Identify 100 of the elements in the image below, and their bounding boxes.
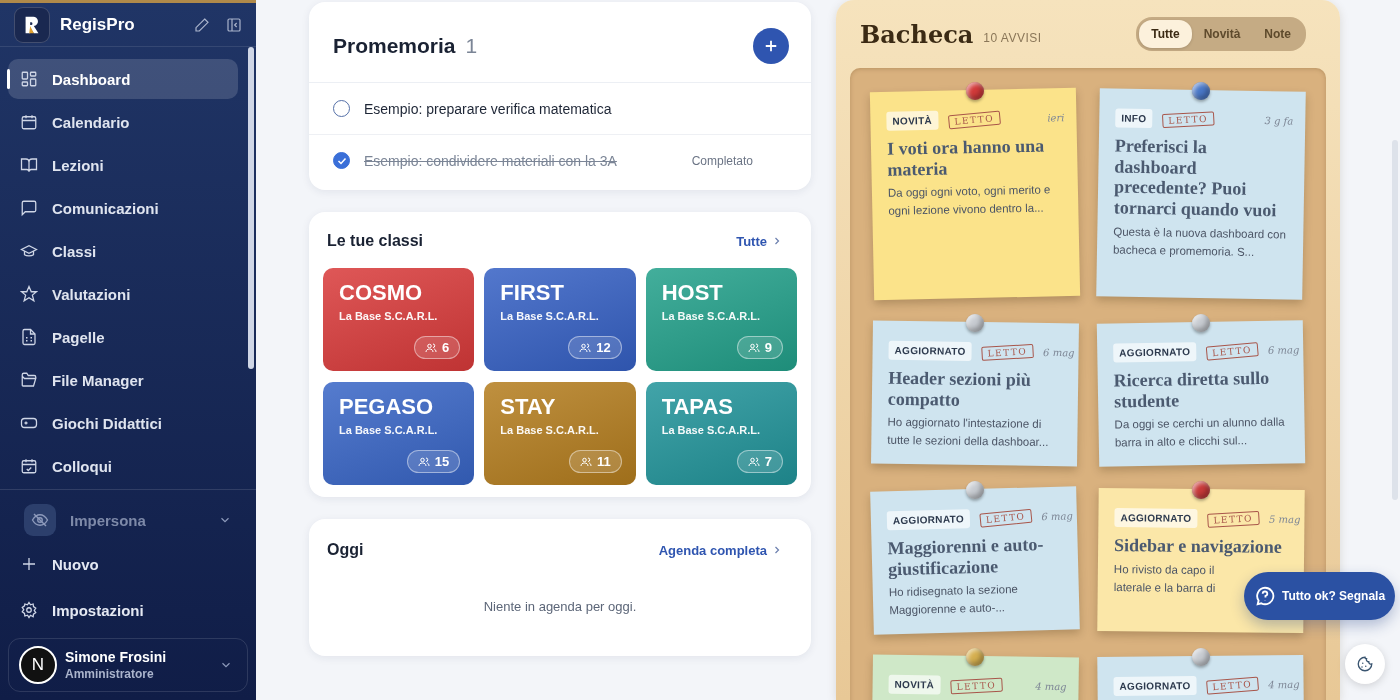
filter-tab[interactable]: Novità: [1191, 20, 1253, 48]
note-date: 6 mag: [1041, 510, 1073, 523]
note-date: 3 g fa: [1264, 115, 1294, 127]
note-date: 6 mag: [1267, 344, 1300, 356]
note-text: Ho aggiornato l'intestazione di tutte le sezioni della dashboar...: [887, 415, 1050, 451]
note-tag: AGGIORNATO: [888, 340, 972, 361]
nav-item[interactable]: File Manager: [8, 360, 238, 400]
add-button[interactable]: [753, 28, 789, 64]
reminder-text: Esempio: preparare verifica matematica: [364, 100, 613, 117]
brand-name: RegisPro: [60, 14, 136, 35]
nav-item[interactable]: Giochi Didattici: [8, 403, 238, 443]
nav-icon: [20, 199, 38, 217]
section-title: Le tue classi: [327, 232, 424, 250]
section-title: Oggi: [327, 541, 364, 559]
sticky-note[interactable]: AGGIORNATO LETTO 6 mag Header sezioni più compatto Ho aggiornato l'intestazione di tutte le sezioni della dashboar...: [871, 320, 1079, 467]
reminders-title: Promemoria 1: [333, 34, 478, 58]
nav-item[interactable]: Colloqui: [8, 446, 238, 486]
student-count: 9: [736, 336, 783, 359]
note-date: 5 mag: [1268, 513, 1301, 526]
note-date: 6 mag: [1043, 346, 1075, 359]
status-label: Completato: [691, 153, 753, 168]
note-tag: AGGIORNATO: [1114, 508, 1198, 528]
nav-item[interactable]: Dashboard: [8, 59, 238, 99]
nav-icon: [20, 156, 38, 174]
new-button[interactable]: Nuovo: [8, 544, 248, 584]
class-tile[interactable]: PEGASO La Base S.C.A.R.L. 15: [323, 382, 475, 485]
nav-item[interactable]: Lezioni: [8, 145, 238, 185]
people-icon: [579, 341, 592, 354]
nav-item[interactable]: Pagelle: [8, 317, 238, 357]
feedback-button[interactable]: Tutto ok? Segnala: [1244, 572, 1396, 620]
eye-off-icon: [24, 504, 56, 536]
sticky-note[interactable]: NOVITÀ LETTO ieri I voti ora hanno una materia Da oggi ogni voto, ogni merito e ogni lezione vivono dentro la...: [869, 87, 1081, 301]
sticky-note[interactable]: AGGIORNATO LETTO 4 mag: [1097, 654, 1305, 700]
nav-icon: [20, 70, 38, 88]
note-title: Maggiorenni e auto-giustificazione: [887, 533, 1045, 580]
student-count: 11: [568, 450, 622, 473]
note-date: 4 mag: [1268, 678, 1300, 691]
user-menu[interactable]: N Simone Frosini Amministratore: [8, 638, 248, 692]
note-title: Ricerca diretta sullo studente: [1113, 367, 1271, 412]
pencil-icon[interactable]: [194, 16, 210, 33]
note-title: Preferisci la dashboard precedente? Puoi tornarci quando vuoi: [1113, 135, 1278, 222]
sticky-note[interactable]: INFO LETTO 3 g fa Preferisci la dashboard precedente? Puoi tornarci quando vuoi Questa è la nuova dashboard con bacheca e promemoria. S...: [1096, 88, 1306, 300]
cookie-icon: [1356, 655, 1374, 673]
scrollbar[interactable]: [248, 47, 254, 369]
settings-link[interactable]: Impostazioni: [8, 590, 248, 630]
note-text: Ho ridisegnato la sezione Maggiorenne e auto-...: [888, 582, 1020, 619]
people-icon: [747, 341, 760, 354]
note-tag: INFO: [1115, 108, 1153, 129]
student-count: 7: [736, 450, 783, 473]
note-date: 4 mag: [1035, 680, 1067, 693]
sticky-note[interactable]: AGGIORNATO LETTO 6 mag Maggiorenni e auto-giustificazione Ho ridisegnato la sezione Maggiorenne e auto-...: [870, 486, 1080, 635]
nav-icon: [20, 113, 38, 131]
collapse-sidebar-icon[interactable]: [226, 16, 242, 33]
people-icon: [425, 341, 438, 354]
logo-icon: [14, 6, 50, 43]
sticky-note[interactable]: NOVITÀ LETTO 4 mag: [871, 654, 1079, 700]
note-text: Questa è la nuova dashboard con bacheca e promemoria. S...: [1112, 224, 1288, 260]
student-count: 15: [406, 450, 461, 473]
class-tile[interactable]: COSMO La Base S.C.A.R.L. 6: [323, 268, 475, 371]
empty-message: Niente in agenda per oggi.: [482, 599, 638, 614]
note-text: Da oggi ogni voto, ogni merito e ogni lezione vivono dentro la...: [887, 182, 1052, 219]
nav-icon: [20, 371, 38, 389]
note-title: I voti ora hanno una materia: [886, 135, 1046, 181]
people-icon: [579, 455, 592, 468]
nav-item[interactable]: Classi: [8, 231, 238, 271]
filter-tab[interactable]: Note: [1252, 20, 1303, 48]
nav-icon: [20, 328, 38, 346]
people-icon: [417, 455, 430, 468]
note-tag: NOVITÀ: [888, 674, 941, 695]
student-count: 6: [414, 336, 461, 359]
note-tag: AGGIORNATO: [886, 509, 971, 531]
class-tile[interactable]: FIRST La Base S.C.A.R.L. 12: [484, 268, 636, 371]
cookie-button[interactable]: [1345, 644, 1385, 684]
nav-item[interactable]: Comunicazioni: [8, 188, 238, 228]
settings-icon: [20, 601, 38, 619]
note-tag: AGGIORNATO: [1113, 676, 1197, 696]
student-count: 12: [568, 336, 622, 359]
avatar: N: [19, 646, 57, 684]
note-text: Ho rivisto da capo il laterale e la barra di: [1113, 561, 1216, 596]
nav-icon: [20, 457, 38, 475]
reminder-text: Esempio: condividere materiali con la 3A: [364, 152, 618, 169]
note-title: Sidebar e navigazione: [1114, 535, 1283, 558]
plus-icon: [20, 555, 38, 573]
note-tag: AGGIORNATO: [1113, 342, 1197, 363]
help-icon: [1254, 585, 1276, 607]
filter-tab[interactable]: Tutte: [1139, 20, 1192, 48]
people-icon: [747, 455, 760, 468]
all-link[interactable]: Tutte: [736, 233, 783, 249]
notice-count: 10 AVVISI: [983, 31, 1043, 45]
agenda-link[interactable]: Agenda completa: [658, 542, 783, 558]
checkbox[interactable]: [333, 152, 350, 169]
sticky-note[interactable]: AGGIORNATO LETTO 6 mag Ricerca diretta sullo studente Da oggi se cerchi un alunno dalla barra in alto e clicchi sul...: [1096, 320, 1306, 467]
nav-icon: [20, 285, 38, 303]
note-text: Da oggi se cerchi un alunno dalla barra in alto e clicchi sul...: [1114, 414, 1286, 451]
nav-item[interactable]: Valutazioni: [8, 274, 238, 314]
board-title: Bacheca: [860, 19, 974, 49]
note-tag: NOVITÀ: [886, 110, 939, 131]
note-date: ieri: [1047, 112, 1065, 124]
note-title: Header sezioni più compatto: [887, 367, 1032, 412]
nav-item[interactable]: Calendario: [8, 102, 238, 142]
